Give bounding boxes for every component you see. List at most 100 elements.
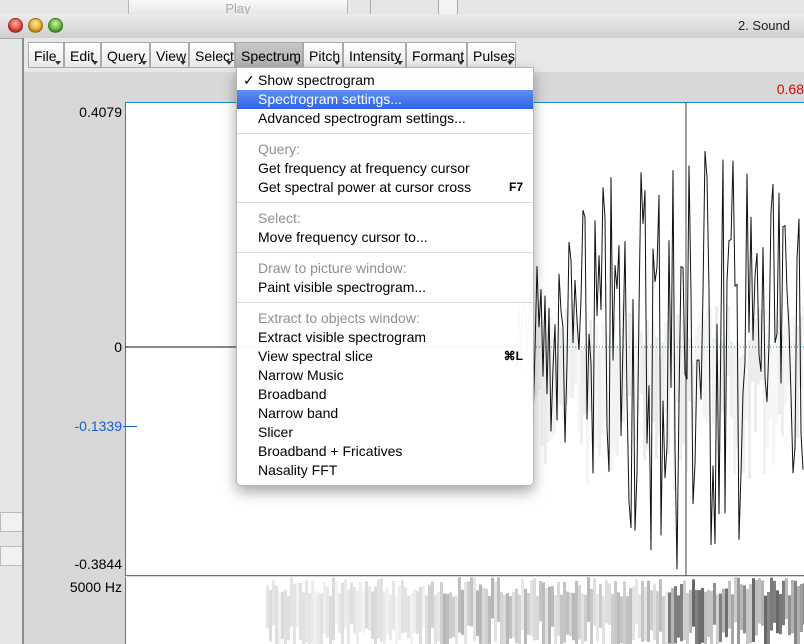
spectrogram-column <box>542 582 545 644</box>
spectrogram-column <box>746 589 749 644</box>
spectrogram-column <box>512 591 515 638</box>
spectrogram-column <box>563 581 566 643</box>
spectrogram-shade-stripe <box>775 314 778 424</box>
menu-item-paint-visible-spectrogram[interactable]: Paint visible spectrogram... <box>237 278 533 297</box>
spectrogram-panel[interactable] <box>125 577 804 644</box>
menu-item-view-spectral-slice[interactable]: View spectral slice ⌘L <box>237 347 533 366</box>
spectrogram-shade-stripe <box>769 346 772 419</box>
menu-item-move-frequency-cursor[interactable]: Move frequency cursor to... <box>237 228 533 247</box>
dropdown-arrow-icon <box>334 61 340 65</box>
spectrogram-column <box>458 577 461 633</box>
menu-shortcut: ⌘L <box>503 349 523 363</box>
menu-item-get-frequency[interactable]: Get frequency at frequency cursor <box>237 159 533 178</box>
spectrogram-shade-stripe <box>580 349 583 444</box>
spectrogram-column <box>794 580 797 644</box>
spectrogram-shade-stripe <box>664 322 667 414</box>
close-window-button[interactable] <box>8 18 23 33</box>
spectrogram-column <box>515 588 518 644</box>
menu-item-narrow-band[interactable]: Narrow band <box>237 404 533 423</box>
spectrogram-column <box>629 588 632 644</box>
spectrogram-column <box>716 594 719 644</box>
spectrogram-shade-stripe <box>601 323 604 433</box>
waveform-zero-label: 0 <box>114 339 122 355</box>
spectrogram-column <box>611 594 614 644</box>
zoom-window-button[interactable] <box>48 18 63 33</box>
menu-select[interactable]: Select <box>189 42 235 68</box>
menu-pulses[interactable]: Pulses <box>467 42 516 68</box>
waveform-ymin-label: -0.3844 <box>74 556 122 572</box>
spectrogram-column <box>659 579 662 632</box>
cursor-value-tick <box>123 426 137 427</box>
menu-pitch[interactable]: Pitch <box>303 42 343 68</box>
menu-view[interactable]: View <box>150 42 189 68</box>
spectrogram-column <box>623 581 626 644</box>
menu-separator <box>237 202 533 203</box>
spectrogram-column <box>329 595 332 644</box>
spectrogram-column <box>653 584 656 640</box>
menu-formant[interactable]: Formant <box>406 42 467 68</box>
spectrogram-column <box>800 583 803 633</box>
spectrogram-column <box>728 580 731 629</box>
spectrogram-column <box>674 586 677 644</box>
spectrogram-shade-stripe <box>568 306 571 398</box>
menu-item-broadband[interactable]: Broadband <box>237 385 533 404</box>
spectrogram-column <box>359 581 362 632</box>
spectrogram-column <box>350 582 353 624</box>
menu-separator <box>237 302 533 303</box>
menu-file[interactable]: File <box>28 42 64 68</box>
menu-item-extract-visible-spectrogram[interactable]: Extract visible spectrogram <box>237 328 533 347</box>
menu-item-nasality-fft[interactable]: Nasality FFT <box>237 461 533 480</box>
spectrogram-column <box>404 587 407 633</box>
spectrogram-column <box>539 581 542 622</box>
spectrogram-column <box>416 590 419 634</box>
menu-intensity[interactable]: Intensity <box>343 42 406 68</box>
menu-header-query: Query: <box>258 141 301 157</box>
spectrum-menu-dropdown: ✓ Show spectrogram Spectrogram settings..… <box>236 67 534 486</box>
background-fields <box>0 512 26 572</box>
menu-item-slicer[interactable]: Slicer <box>237 423 533 442</box>
spectrogram-shade-stripe <box>754 318 757 432</box>
spectrogram-column <box>392 580 395 630</box>
spectrogram-column <box>524 588 527 644</box>
menu-item-get-spectral-power[interactable]: Get spectral power at cursor cross F7 <box>237 178 533 197</box>
menu-file-label: File <box>34 48 57 64</box>
spectrogram-column <box>521 578 524 630</box>
spectrogram-column <box>272 580 275 626</box>
dropdown-arrow-icon <box>458 61 464 65</box>
spectrogram-column <box>488 596 491 644</box>
menu-item-broadband-fricatives[interactable]: Broadband + Fricatives <box>237 442 533 461</box>
spectrogram-column <box>422 585 425 628</box>
spectrogram-column <box>596 593 599 642</box>
spectrogram-plot <box>266 577 804 644</box>
menu-edit[interactable]: Edit <box>64 42 101 68</box>
spectrogram-column <box>686 592 689 644</box>
menu-spectrum[interactable]: Spectrum <box>235 42 303 68</box>
minimize-window-button[interactable] <box>28 18 43 33</box>
menu-item-advanced-settings[interactable]: Advanced spectrogram settings... <box>237 109 533 128</box>
spectrogram-column <box>452 596 455 638</box>
spectrogram-column <box>620 596 623 644</box>
spectrogram-column <box>437 592 440 642</box>
cursor-time-readout: 0.68 <box>776 81 804 97</box>
spectrogram-column <box>284 589 287 644</box>
spectrogram-column <box>773 580 776 623</box>
spectrogram-column <box>680 584 683 642</box>
menu-query[interactable]: Query <box>101 42 150 68</box>
spectrogram-column <box>341 582 344 644</box>
menu-item-show-spectrogram[interactable]: ✓ Show spectrogram <box>237 71 533 90</box>
menu-item-label: Narrow band <box>258 405 339 421</box>
spectrogram-column <box>518 594 521 644</box>
spectrogram-column <box>704 591 707 644</box>
spectrogram-column <box>662 596 665 644</box>
menu-item-label: Broadband <box>258 386 327 402</box>
spectrogram-column <box>269 589 272 642</box>
spectrogram-column <box>266 585 269 629</box>
spectrogram-column <box>533 578 536 641</box>
menu-query-label: Query <box>107 48 146 64</box>
spectrogram-column <box>737 577 740 644</box>
menu-item-narrow-music[interactable]: Narrow Music <box>237 366 533 385</box>
menu-item-spectrogram-settings[interactable]: Spectrogram settings... <box>237 90 533 109</box>
spectrogram-column <box>644 586 647 641</box>
menu-item-label: Get spectral power at cursor cross <box>258 179 472 195</box>
spectrogram-column <box>326 586 329 638</box>
